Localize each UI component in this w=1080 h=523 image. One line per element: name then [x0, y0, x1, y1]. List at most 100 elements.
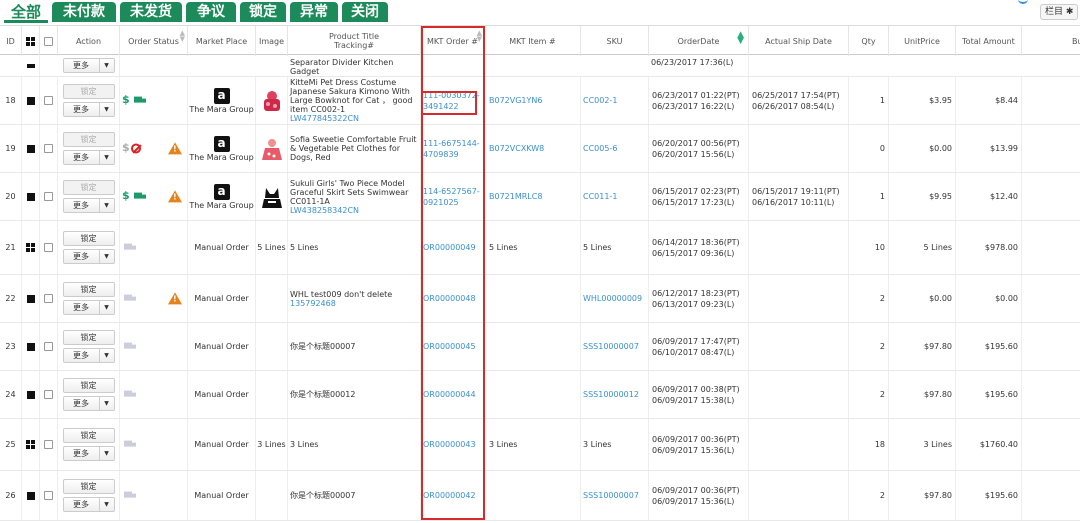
lock-button[interactable]: 锁定 — [62, 330, 115, 345]
tab-all[interactable]: 全部 — [4, 2, 48, 22]
more-button[interactable]: 更多 ▼ — [62, 446, 115, 461]
sku-cell: SSS10000012 — [581, 371, 649, 418]
tracking-link[interactable]: LW438258342CN — [290, 206, 418, 215]
table-row[interactable]: 22 锁定更多 ▼ Manual Order WHL test009 don't del… — [0, 275, 1080, 323]
tab-dispute[interactable]: 争议 — [186, 2, 236, 22]
header-select-all[interactable] — [40, 26, 58, 56]
row-checkbox[interactable] — [44, 390, 53, 399]
tab-unpaid[interactable]: 未付款 — [52, 2, 116, 22]
orders-table: ID Action Order Status ▲ ▼ Market Place I… — [0, 25, 1080, 523]
tab-locked[interactable]: 锁定 — [240, 2, 286, 22]
sku-link[interactable]: CC005-6 — [583, 144, 617, 153]
buyer-cell — [1022, 221, 1080, 274]
order-status-cell — [120, 323, 188, 370]
lock-button[interactable]: 锁定 — [62, 180, 115, 195]
lock-button[interactable]: 锁定 — [62, 231, 115, 246]
total-amount-cell: $8.44 — [956, 77, 1022, 124]
tracking-link[interactable]: LW477845322CN — [290, 114, 418, 123]
table-row[interactable]: 21 锁定 更多 ▼ Manual Order 5 Lines 5 Lines OR00000… — [0, 221, 1080, 275]
more-button[interactable]: 更多 ▼ — [62, 102, 115, 117]
table-row[interactable]: 23 锁定 更多 ▼ Manual Order 你是个标题00007 OR00000045 S… — [0, 323, 1080, 371]
header-actual-ship-date[interactable]: Actual Ship Date — [749, 26, 849, 56]
product-thumbnail[interactable] — [259, 184, 285, 210]
order-date-pt: 06/09/2017 00:36(PT) — [652, 485, 740, 495]
table-row[interactable]: 20 锁定更多 ▼ $ aThe Mara Group Sukuli Girls' Two… — [0, 173, 1080, 221]
row-checkbox[interactable] — [44, 192, 53, 201]
sku-link[interactable]: SSS10000007 — [583, 342, 639, 351]
tab-exception[interactable]: 异常 — [290, 2, 338, 22]
row-type-cell — [22, 275, 40, 322]
row-checkbox[interactable] — [44, 144, 53, 153]
header-mkt-item[interactable]: MKT Item # — [485, 26, 581, 56]
column-settings-button[interactable]: 栏目 ✱ — [1040, 4, 1078, 20]
more-button[interactable]: 更多 ▼ — [62, 198, 115, 213]
mkt-item-cell — [485, 371, 581, 418]
header-order-date[interactable]: OrderDate ▲ ▼ — [649, 26, 749, 56]
lock-button[interactable]: 锁定 — [62, 132, 115, 147]
single-order-icon — [26, 390, 35, 399]
header-total-amount[interactable]: Total Amount — [956, 26, 1022, 56]
lock-button[interactable]: 锁定 — [62, 84, 115, 99]
sku-link[interactable]: SSS10000007 — [583, 491, 639, 500]
sku-link[interactable]: 3 Lines — [583, 440, 611, 449]
tab-closed[interactable]: 关闭 — [342, 2, 388, 22]
paid-dollar-icon: $ — [122, 188, 130, 202]
total-amount-cell: $0.00 — [956, 275, 1022, 322]
more-button[interactable]: 更多 ▼ — [62, 58, 115, 73]
header-buyer[interactable]: Buye — [1022, 26, 1080, 56]
mkt-item-link[interactable]: B0721MRLC8 — [489, 192, 542, 201]
row-checkbox[interactable] — [44, 294, 53, 303]
row-checkbox[interactable] — [44, 243, 53, 252]
tab-unshipped[interactable]: 未发货 — [120, 2, 182, 22]
lock-button[interactable]: 锁定 — [62, 282, 115, 297]
more-button[interactable]: 更多 ▼ — [62, 150, 115, 165]
lock-button[interactable]: 锁定 — [62, 428, 115, 443]
buyer-cell — [1022, 275, 1080, 322]
header-product-title[interactable]: Product Title Tracking# — [288, 26, 421, 56]
more-button[interactable]: 更多 ▼ — [62, 348, 115, 363]
mkt-item-link[interactable]: B072VCXKW8 — [489, 144, 544, 153]
more-button[interactable]: 更多 ▼ — [62, 396, 115, 411]
mkt-item-link[interactable]: 3 Lines — [489, 440, 517, 449]
header-view-toggle[interactable] — [22, 26, 40, 56]
header-market-place[interactable]: Market Place — [188, 26, 256, 56]
mkt-item-link[interactable]: B072VG1YN6 — [489, 96, 542, 105]
sku-link[interactable]: SSS10000012 — [583, 390, 639, 399]
sku-link[interactable]: CC011-1 — [583, 192, 617, 201]
qty-cell: 2 — [849, 323, 889, 370]
lock-button[interactable]: 锁定 — [62, 378, 115, 393]
table-row[interactable]: 25 锁定 更多 ▼ Manual Order 3 Lines 3 Lines OR00000… — [0, 419, 1080, 471]
lock-button[interactable]: 锁定 — [62, 479, 115, 494]
table-row[interactable]: 19 锁定更多 ▼ $ aThe Mara Group Sofia Sweetie Com… — [0, 125, 1080, 173]
more-button[interactable]: 更多 ▼ — [62, 300, 115, 315]
order-date-pt: 06/09/2017 00:38(PT) — [652, 384, 740, 394]
row-checkbox[interactable] — [44, 96, 53, 105]
sku-link[interactable]: WHL00000009 — [583, 294, 642, 303]
header-id[interactable]: ID — [0, 26, 22, 56]
row-checkbox[interactable] — [44, 342, 53, 351]
more-button[interactable]: 更多 ▼ — [62, 497, 115, 512]
more-button[interactable]: 更多 ▼ — [62, 249, 115, 264]
truck-icon — [124, 440, 136, 448]
warning-icon[interactable] — [168, 141, 182, 154]
table-row[interactable]: 24 锁定 更多 ▼ Manual Order 你是个标题00012 OR00000044 S… — [0, 371, 1080, 419]
sku-link[interactable]: 5 Lines — [583, 243, 611, 252]
product-thumbnail[interactable] — [259, 88, 285, 114]
warning-icon[interactable] — [168, 189, 182, 202]
header-order-status[interactable]: Order Status ▲ ▼ — [120, 26, 188, 56]
row-checkbox[interactable] — [44, 440, 53, 449]
product-thumbnail[interactable] — [259, 136, 285, 162]
sku-cell: CC002-1 — [581, 77, 649, 124]
header-qty[interactable]: Qty — [849, 26, 889, 56]
table-row[interactable]: 18 锁定 更多 ▼ $ a The Mara Group KitteMi Pet Dress… — [0, 77, 1080, 125]
mkt-item-link[interactable]: 5 Lines — [489, 243, 517, 252]
tracking-link[interactable]: 135792468 — [290, 299, 418, 308]
sku-link[interactable]: CC002-1 — [583, 96, 617, 105]
select-all-checkbox[interactable] — [44, 36, 53, 46]
row-checkbox[interactable] — [44, 491, 53, 500]
header-unit-price[interactable]: UnitPrice — [889, 26, 956, 56]
header-sku[interactable]: SKU — [581, 26, 649, 56]
warning-icon[interactable] — [168, 291, 182, 304]
table-row[interactable]: 26 锁定 更多 ▼ Manual Order 你是个标题00007 OR00000042 S… — [0, 471, 1080, 521]
highlight-mkt-order-cell — [421, 91, 477, 115]
